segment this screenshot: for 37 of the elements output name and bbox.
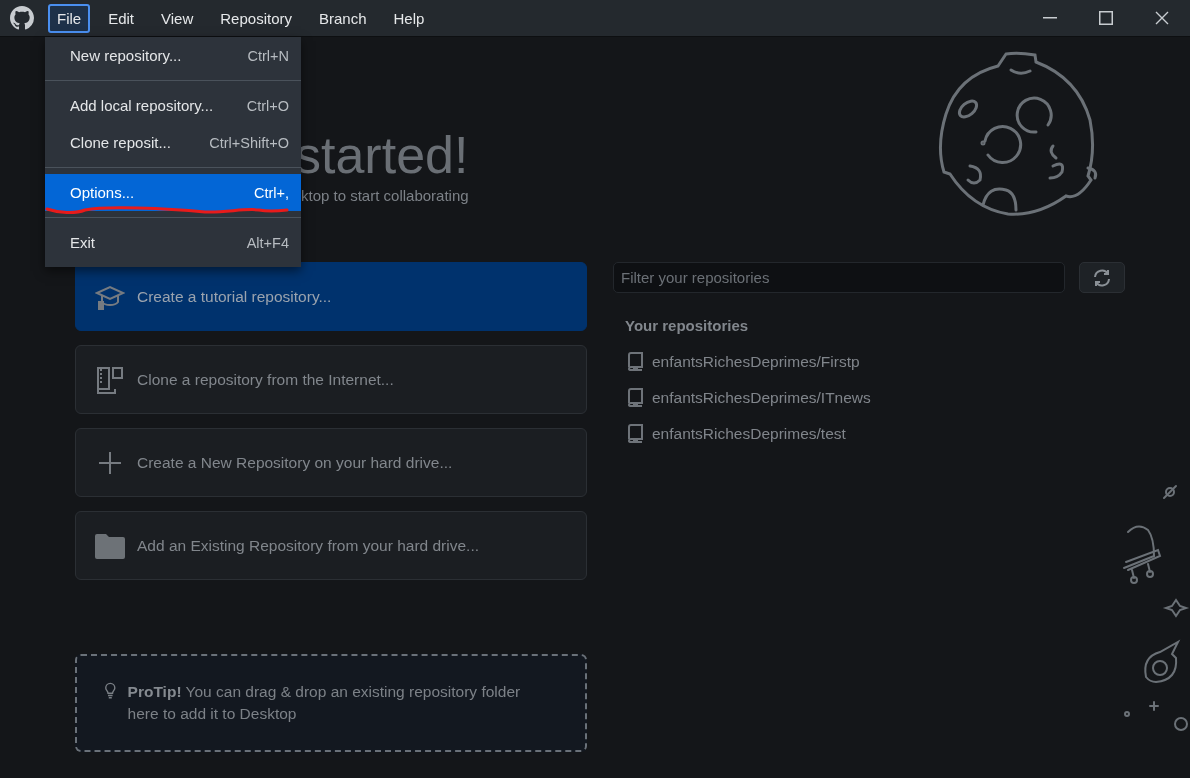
menu-item[interactable]: File xyxy=(48,3,91,33)
folder-icon xyxy=(95,531,125,560)
minimize-icon xyxy=(1043,17,1057,19)
menu-option[interactable]: New repository... Ctrl+N xyxy=(45,37,301,74)
filter-field[interactable]: Filter your repositories xyxy=(613,262,1065,293)
action-label: Create a tutorial repository... xyxy=(137,287,332,306)
close-icon xyxy=(1155,11,1169,25)
menu-item[interactable]: Repository xyxy=(211,3,301,33)
repo-icon xyxy=(627,388,644,407)
book-icon xyxy=(95,364,125,395)
menu-item[interactable]: View xyxy=(152,3,203,33)
action-card[interactable]: Add an Existing Repository from your hard drive... xyxy=(75,511,587,580)
menu-item[interactable]: Branch xyxy=(310,3,376,33)
repo-link[interactable]: enfantsRichesDeprimes/Firstp xyxy=(627,352,860,371)
welcome-subtitle: ktop to start collaborating xyxy=(300,187,470,204)
refresh-button[interactable] xyxy=(1079,262,1125,293)
action-card[interactable]: Create a New Repository on your hard drive... xyxy=(75,428,587,497)
menu-item[interactable]: Edit xyxy=(99,3,144,33)
refresh-icon xyxy=(1092,267,1112,288)
maximize-icon xyxy=(1099,11,1113,25)
repo-icon xyxy=(627,424,644,443)
repo-icon xyxy=(627,352,644,371)
menu-option[interactable]: Add local repository... Ctrl+O xyxy=(45,87,301,124)
repo-link[interactable]: enfantsRichesDeprimes/ITnews xyxy=(627,388,871,407)
menu-option[interactable]: Exit Alt+F4 xyxy=(45,224,301,261)
menu-item[interactable]: Help xyxy=(384,3,434,33)
lightbulb-icon xyxy=(105,681,116,701)
action-card[interactable]: Create a tutorial repository... xyxy=(75,262,587,331)
logo-icon[interactable] xyxy=(10,6,34,30)
repo-link[interactable]: enfantsRichesDeprimes/test xyxy=(627,424,846,443)
action-label: Create a New Repository on your hard drive... xyxy=(137,453,453,472)
protip-text: ProTip! You can drag & drop an existing repository folder here to add it to Desktop xyxy=(127,682,522,724)
action-card[interactable]: Clone a repository from the Internet... xyxy=(75,345,587,414)
action-label: Add an Existing Repository from your hard drive... xyxy=(137,536,479,555)
action-label: Clone a repository from the Internet... xyxy=(137,370,394,389)
menu-option[interactable]: Options... Ctrl+, xyxy=(45,174,301,211)
section-heading: Your repositories xyxy=(625,317,750,334)
